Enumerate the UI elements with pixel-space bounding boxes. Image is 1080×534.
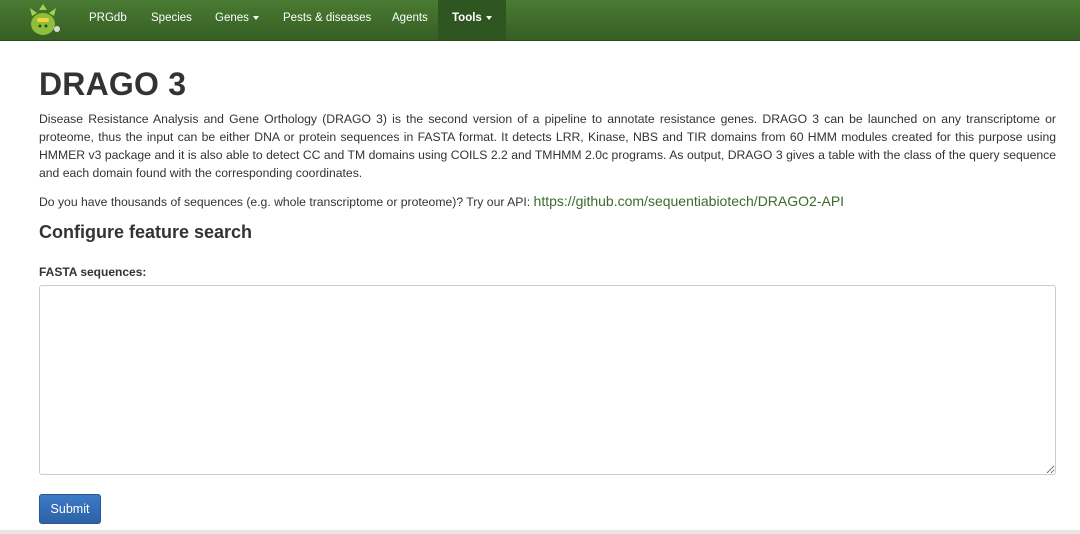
page-bottom-divider	[0, 530, 1080, 534]
section-title: Configure feature search	[39, 222, 253, 242]
nav-item-pests-diseases[interactable]: Pests & diseases	[283, 0, 371, 40]
nav-item-tools[interactable]: Tools	[438, 0, 506, 40]
nav-item-species[interactable]: Species	[151, 0, 192, 40]
api-link[interactable]: https://github.com/sequentiabiotech/DRAG…	[534, 193, 845, 209]
api-note-text: Do you have thousands of sequences (e.g.…	[39, 195, 534, 209]
nav-item-prgdb[interactable]: PRGdb	[89, 0, 127, 40]
submit-button[interactable]: Submit	[39, 494, 101, 524]
top-navbar: PRGdb Species Genes Pests & diseases Age…	[0, 0, 1080, 41]
nav-item-agents[interactable]: Agents	[392, 0, 428, 40]
api-note: Do you have thousands of sequences (e.g.…	[39, 193, 844, 209]
tool-description: Disease Resistance Analysis and Gene Ort…	[39, 112, 1056, 180]
caret-down-icon	[485, 15, 492, 20]
nav-item-genes-label: Genes	[215, 12, 249, 24]
caret-down-icon	[252, 15, 259, 20]
page-title: DRAGO 3	[39, 66, 187, 102]
nav-item-tools-label: Tools	[452, 12, 482, 24]
fasta-sequences-input[interactable]	[39, 285, 1056, 475]
fasta-label: FASTA sequences:	[39, 265, 147, 279]
nav-item-genes[interactable]: Genes	[215, 0, 259, 40]
prgdb-logo-icon[interactable]	[26, 2, 64, 38]
